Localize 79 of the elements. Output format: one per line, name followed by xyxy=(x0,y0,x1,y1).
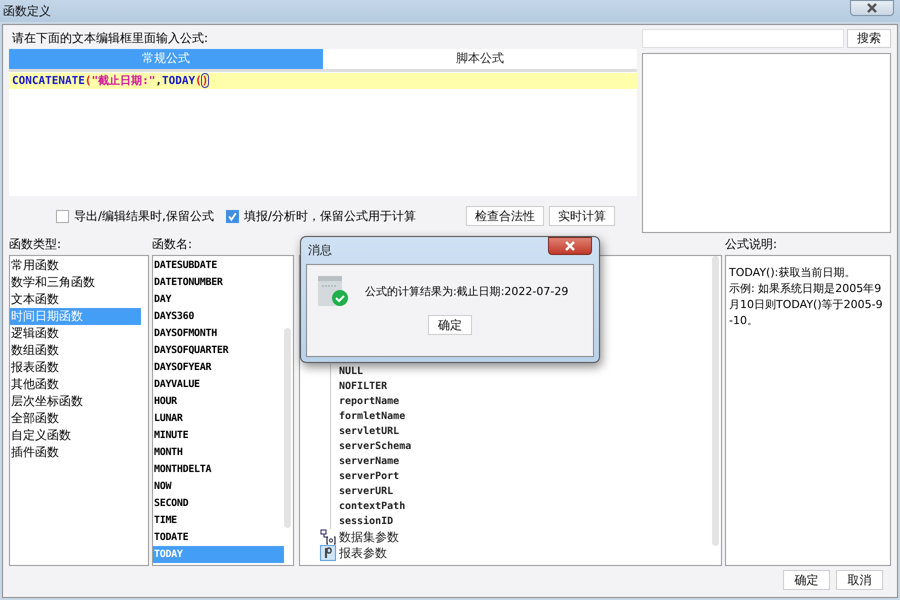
close-button[interactable] xyxy=(850,0,894,16)
tree-item[interactable]: reportName xyxy=(339,396,400,407)
tree-item[interactable]: 数据集参数 xyxy=(339,529,399,545)
formula-token: "截止日期:" xyxy=(91,74,156,87)
tree-item[interactable]: contextPath xyxy=(339,501,406,512)
function-type-item[interactable]: 全部函数 xyxy=(10,410,141,427)
function-name-item[interactable]: DAY xyxy=(153,291,284,308)
tree-item[interactable]: serverURL xyxy=(339,486,394,497)
tree-item[interactable]: servletURL xyxy=(339,426,400,437)
function-type-item[interactable]: 插件函数 xyxy=(10,444,141,461)
message-text: 公式的计算结果为:截止日期:2022-07-29 xyxy=(365,284,568,298)
search-field[interactable] xyxy=(642,29,844,48)
formula-tab[interactable]: 脚本公式 xyxy=(323,49,637,69)
parameter-icon xyxy=(320,545,336,561)
action-button[interactable]: 检查合法性 xyxy=(466,206,544,226)
function-type-item[interactable]: 其他函数 xyxy=(10,376,141,393)
function-type-item[interactable]: 数组函数 xyxy=(10,342,141,359)
function-name-item[interactable]: MONTHDELTA xyxy=(153,461,284,478)
function-name-item[interactable]: DAYSOFYEAR xyxy=(153,359,284,376)
formula-token: ( xyxy=(195,74,202,87)
function-type-item[interactable]: 报表函数 xyxy=(10,359,141,376)
dataset-icon xyxy=(320,529,336,545)
tree-item[interactable]: NULL xyxy=(339,366,364,377)
window-title: 函数定义 xyxy=(3,2,51,20)
function-name-item[interactable]: SECOND xyxy=(153,495,284,512)
formula-editor[interactable]: CONCATENATE("截止日期:",TODAY() xyxy=(9,68,637,196)
tree-item[interactable]: serverName xyxy=(339,456,400,467)
success-icon xyxy=(317,275,349,307)
search-button[interactable]: 搜索 xyxy=(847,29,891,48)
tree-item[interactable]: 报表参数 xyxy=(339,545,387,561)
description-text: TODAY():获取当前日期。 xyxy=(729,265,856,281)
close-icon xyxy=(564,241,576,251)
tree-item[interactable]: serverPort xyxy=(339,471,400,482)
option-label: 导出/编辑结果时,保留公式 xyxy=(74,208,214,225)
tree-item[interactable]: serverSchema xyxy=(339,441,412,452)
function-name-item[interactable]: NOW xyxy=(153,478,284,495)
function-type-item[interactable]: 逻辑函数 xyxy=(10,325,141,342)
list-label: 公式说明: xyxy=(725,236,778,253)
scrollbar-thumb[interactable] xyxy=(284,328,291,528)
formula-token: , xyxy=(155,74,162,87)
function-type-item[interactable]: 常用函数 xyxy=(10,257,141,274)
function-type-item[interactable]: 数学和三角函数 xyxy=(10,274,141,291)
function-name-item[interactable]: DAYVALUE xyxy=(153,376,284,393)
function-name-item[interactable]: DAYS360 xyxy=(153,308,284,325)
function-name-item[interactable]: DATETONUMBER xyxy=(153,274,284,291)
function-type-item[interactable]: 层次坐标函数 xyxy=(10,393,141,410)
function-name-item[interactable]: TIME xyxy=(153,512,284,529)
list-label: 函数名: xyxy=(152,236,194,253)
function-type-item[interactable]: 自定义函数 xyxy=(10,427,141,444)
formula-token: CONCATENATE xyxy=(12,74,85,87)
function-name-item[interactable]: MONTH xyxy=(153,444,284,461)
function-name-item[interactable]: DAYSOFQUARTER xyxy=(153,342,284,359)
checkbox[interactable] xyxy=(226,210,239,223)
function-name-item[interactable]: LUNAR xyxy=(153,410,284,427)
tree-item[interactable]: NOFILTER xyxy=(339,381,388,392)
description-text: 示例: 如果系统日期是2005年9月10日则TODAY()等于2005-9-10。 xyxy=(729,281,884,329)
function-name-item[interactable]: MINUTE xyxy=(153,427,284,444)
function-name-item[interactable]: HOUR xyxy=(153,393,284,410)
option-label: 填报/分析时，保留公式用于计算 xyxy=(244,208,416,225)
formula-token: ( xyxy=(84,74,92,87)
formula-token: TODAY xyxy=(162,74,196,87)
function-name-item[interactable]: TODATE xyxy=(153,529,284,546)
tree-item[interactable]: sessionID xyxy=(339,516,394,527)
function-name-item[interactable]: DAYSOFMONTH xyxy=(153,325,284,342)
close-button[interactable] xyxy=(548,237,592,255)
dialog-button[interactable]: 取消 xyxy=(836,570,883,590)
prompt-label: 请在下面的文本编辑框里面输入公式: xyxy=(11,30,210,47)
list-label: 函数类型: xyxy=(9,236,62,253)
tree-item[interactable]: formletName xyxy=(339,411,406,422)
ok-button[interactable]: 确定 xyxy=(428,315,472,335)
checkbox[interactable] xyxy=(56,210,69,223)
function-name-item[interactable]: DATESUBDATE xyxy=(153,257,284,274)
close-icon xyxy=(866,3,878,13)
scrollbar-thumb[interactable] xyxy=(712,256,719,546)
dialog-button[interactable]: 确定 xyxy=(783,570,830,590)
formula-token: ) xyxy=(202,74,208,87)
function-type-item[interactable]: 文本函数 xyxy=(10,291,141,308)
dialog-title: 消息 xyxy=(308,242,332,259)
action-button[interactable]: 实时计算 xyxy=(549,206,615,226)
